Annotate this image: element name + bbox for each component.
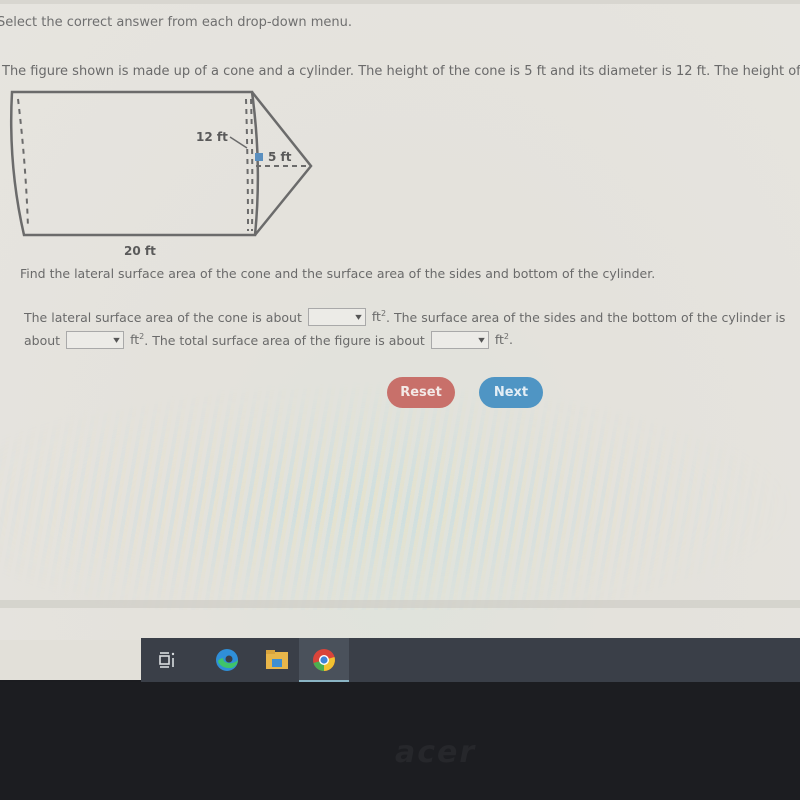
total-area-dropdown[interactable]: ▾: [430, 331, 489, 349]
cone-lateral-area-dropdown[interactable]: ▾: [307, 308, 366, 326]
cylinder-shape: [9, 90, 260, 237]
cone-cylinder-figure: 12 ft 5 ft 20 ft: [0, 85, 330, 260]
reset-button[interactable]: Reset: [387, 377, 455, 408]
answer-text-3: about: [24, 332, 61, 348]
cylinder-hidden-edges: [17, 98, 254, 232]
task-text: Find the lateral surface area of the con…: [20, 266, 656, 281]
answer-text-2: . The surface area of the sides and the …: [386, 309, 786, 325]
page-footer-divider: [0, 600, 800, 608]
chevron-down-icon: ▾: [355, 311, 362, 323]
taskbar-search-area[interactable]: [0, 640, 141, 680]
top-border: [0, 0, 800, 4]
unit-label: ft2: [130, 332, 145, 348]
cone-height-label: 5 ft: [268, 150, 292, 164]
answer-text-4: . The total surface area of the figure i…: [144, 332, 425, 348]
chrome-icon[interactable]: [306, 638, 342, 682]
taskbar: [141, 638, 800, 682]
instruction-text: Select the correct answer from each drop…: [0, 15, 352, 30]
answer-text-1: The lateral surface area of the cone is …: [24, 309, 302, 325]
screen: Select the correct answer from each drop…: [0, 0, 800, 640]
file-explorer-icon[interactable]: [259, 638, 295, 682]
edge-icon[interactable]: [209, 638, 245, 682]
cylinder-area-dropdown[interactable]: ▾: [66, 331, 125, 349]
chevron-down-icon: ▾: [113, 334, 120, 346]
answer-line-1: The lateral surface area of the cone is …: [24, 308, 785, 326]
chevron-down-icon: ▾: [478, 334, 485, 346]
diameter-leader: [229, 136, 248, 149]
task-view-icon[interactable]: [149, 638, 185, 682]
diameter-label: 12 ft: [196, 130, 228, 144]
right-angle-marker: [255, 153, 263, 161]
screen-moire: [0, 380, 800, 610]
unit-label: ft2.: [494, 332, 513, 348]
next-button[interactable]: Next: [479, 377, 543, 408]
cylinder-length-label: 20 ft: [124, 244, 156, 258]
unit-label: ft2: [371, 309, 387, 325]
question-prompt: The figure shown is made up of a cone an…: [2, 64, 800, 79]
brand-logo: acer: [395, 735, 477, 770]
answer-line-2: about ▾ ft2 . The total surface area of …: [24, 331, 513, 349]
